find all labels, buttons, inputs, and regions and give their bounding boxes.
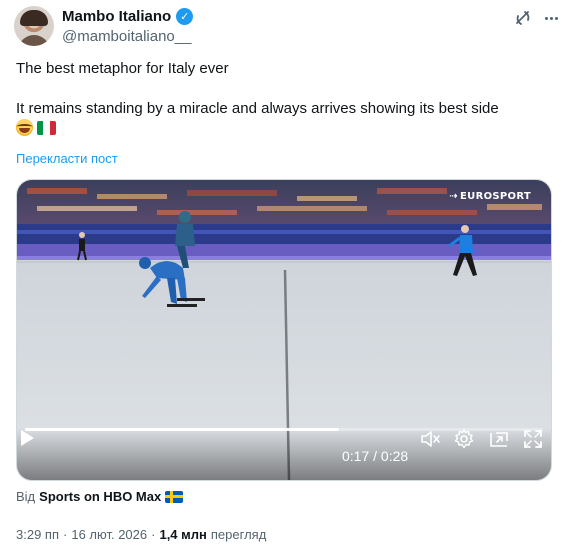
tweet-meta: 3:29 пп · 16 лют. 2026 · 1,4 млн перегля… bbox=[16, 527, 266, 542]
source-name-link[interactable]: Sports on HBO Max bbox=[39, 489, 161, 504]
author-name-row[interactable]: Mambo Italiano ✓ bbox=[62, 8, 194, 25]
translate-post-link[interactable]: Перекласти пост bbox=[16, 151, 118, 166]
laughing-emoji-icon bbox=[16, 119, 33, 136]
duration: 0:28 bbox=[380, 448, 409, 464]
mute-icon[interactable] bbox=[419, 428, 441, 450]
play-icon[interactable] bbox=[17, 428, 37, 448]
grok-icon[interactable] bbox=[513, 8, 533, 28]
italy-flag-icon bbox=[37, 121, 56, 135]
meta-separator: · bbox=[151, 527, 156, 542]
avatar[interactable] bbox=[14, 6, 54, 46]
tweet-emoji-line bbox=[16, 119, 561, 139]
view-count: 1,4 млн bbox=[159, 527, 207, 542]
time-separator: / bbox=[373, 448, 378, 464]
author-display-name[interactable]: Mambo Italiano bbox=[62, 8, 171, 25]
pip-icon[interactable] bbox=[488, 428, 510, 450]
view-label: перегляд bbox=[210, 527, 267, 542]
video-source: Від Sports on HBO Max bbox=[16, 489, 184, 504]
progress-fill bbox=[25, 428, 340, 431]
video-controls: 0:17 / 0:28 bbox=[17, 428, 551, 480]
tweet-header: Mambo Italiano ✓ @mamboitaliano__ bbox=[14, 4, 563, 46]
video-player[interactable]: ⇢ EUROSPORT 0:17 / 0:28 bbox=[16, 179, 552, 481]
author-handle[interactable]: @mamboitaliano__ bbox=[62, 28, 191, 45]
tweet-date[interactable]: 16 лют. 2026 bbox=[71, 527, 147, 542]
eurosport-watermark: ⇢ EUROSPORT bbox=[449, 191, 531, 202]
source-prefix: Від bbox=[16, 489, 36, 504]
tweet-line-2: It remains standing by a miracle and alw… bbox=[16, 100, 499, 117]
verified-badge-icon: ✓ bbox=[176, 8, 194, 25]
sweden-flag-icon bbox=[165, 490, 184, 503]
tweet-text: The best metaphor for Italy ever It rema… bbox=[16, 59, 561, 139]
current-time: 0:17 bbox=[342, 448, 370, 464]
meta-separator: · bbox=[63, 527, 68, 542]
fullscreen-icon[interactable] bbox=[522, 428, 544, 450]
tweet-time[interactable]: 3:29 пп bbox=[16, 527, 59, 542]
video-time: 0:17 / 0:28 bbox=[342, 448, 408, 464]
tweet-line-1: The best metaphor for Italy ever bbox=[16, 60, 229, 77]
more-options-icon[interactable] bbox=[541, 8, 561, 28]
settings-gear-icon[interactable] bbox=[453, 428, 475, 450]
